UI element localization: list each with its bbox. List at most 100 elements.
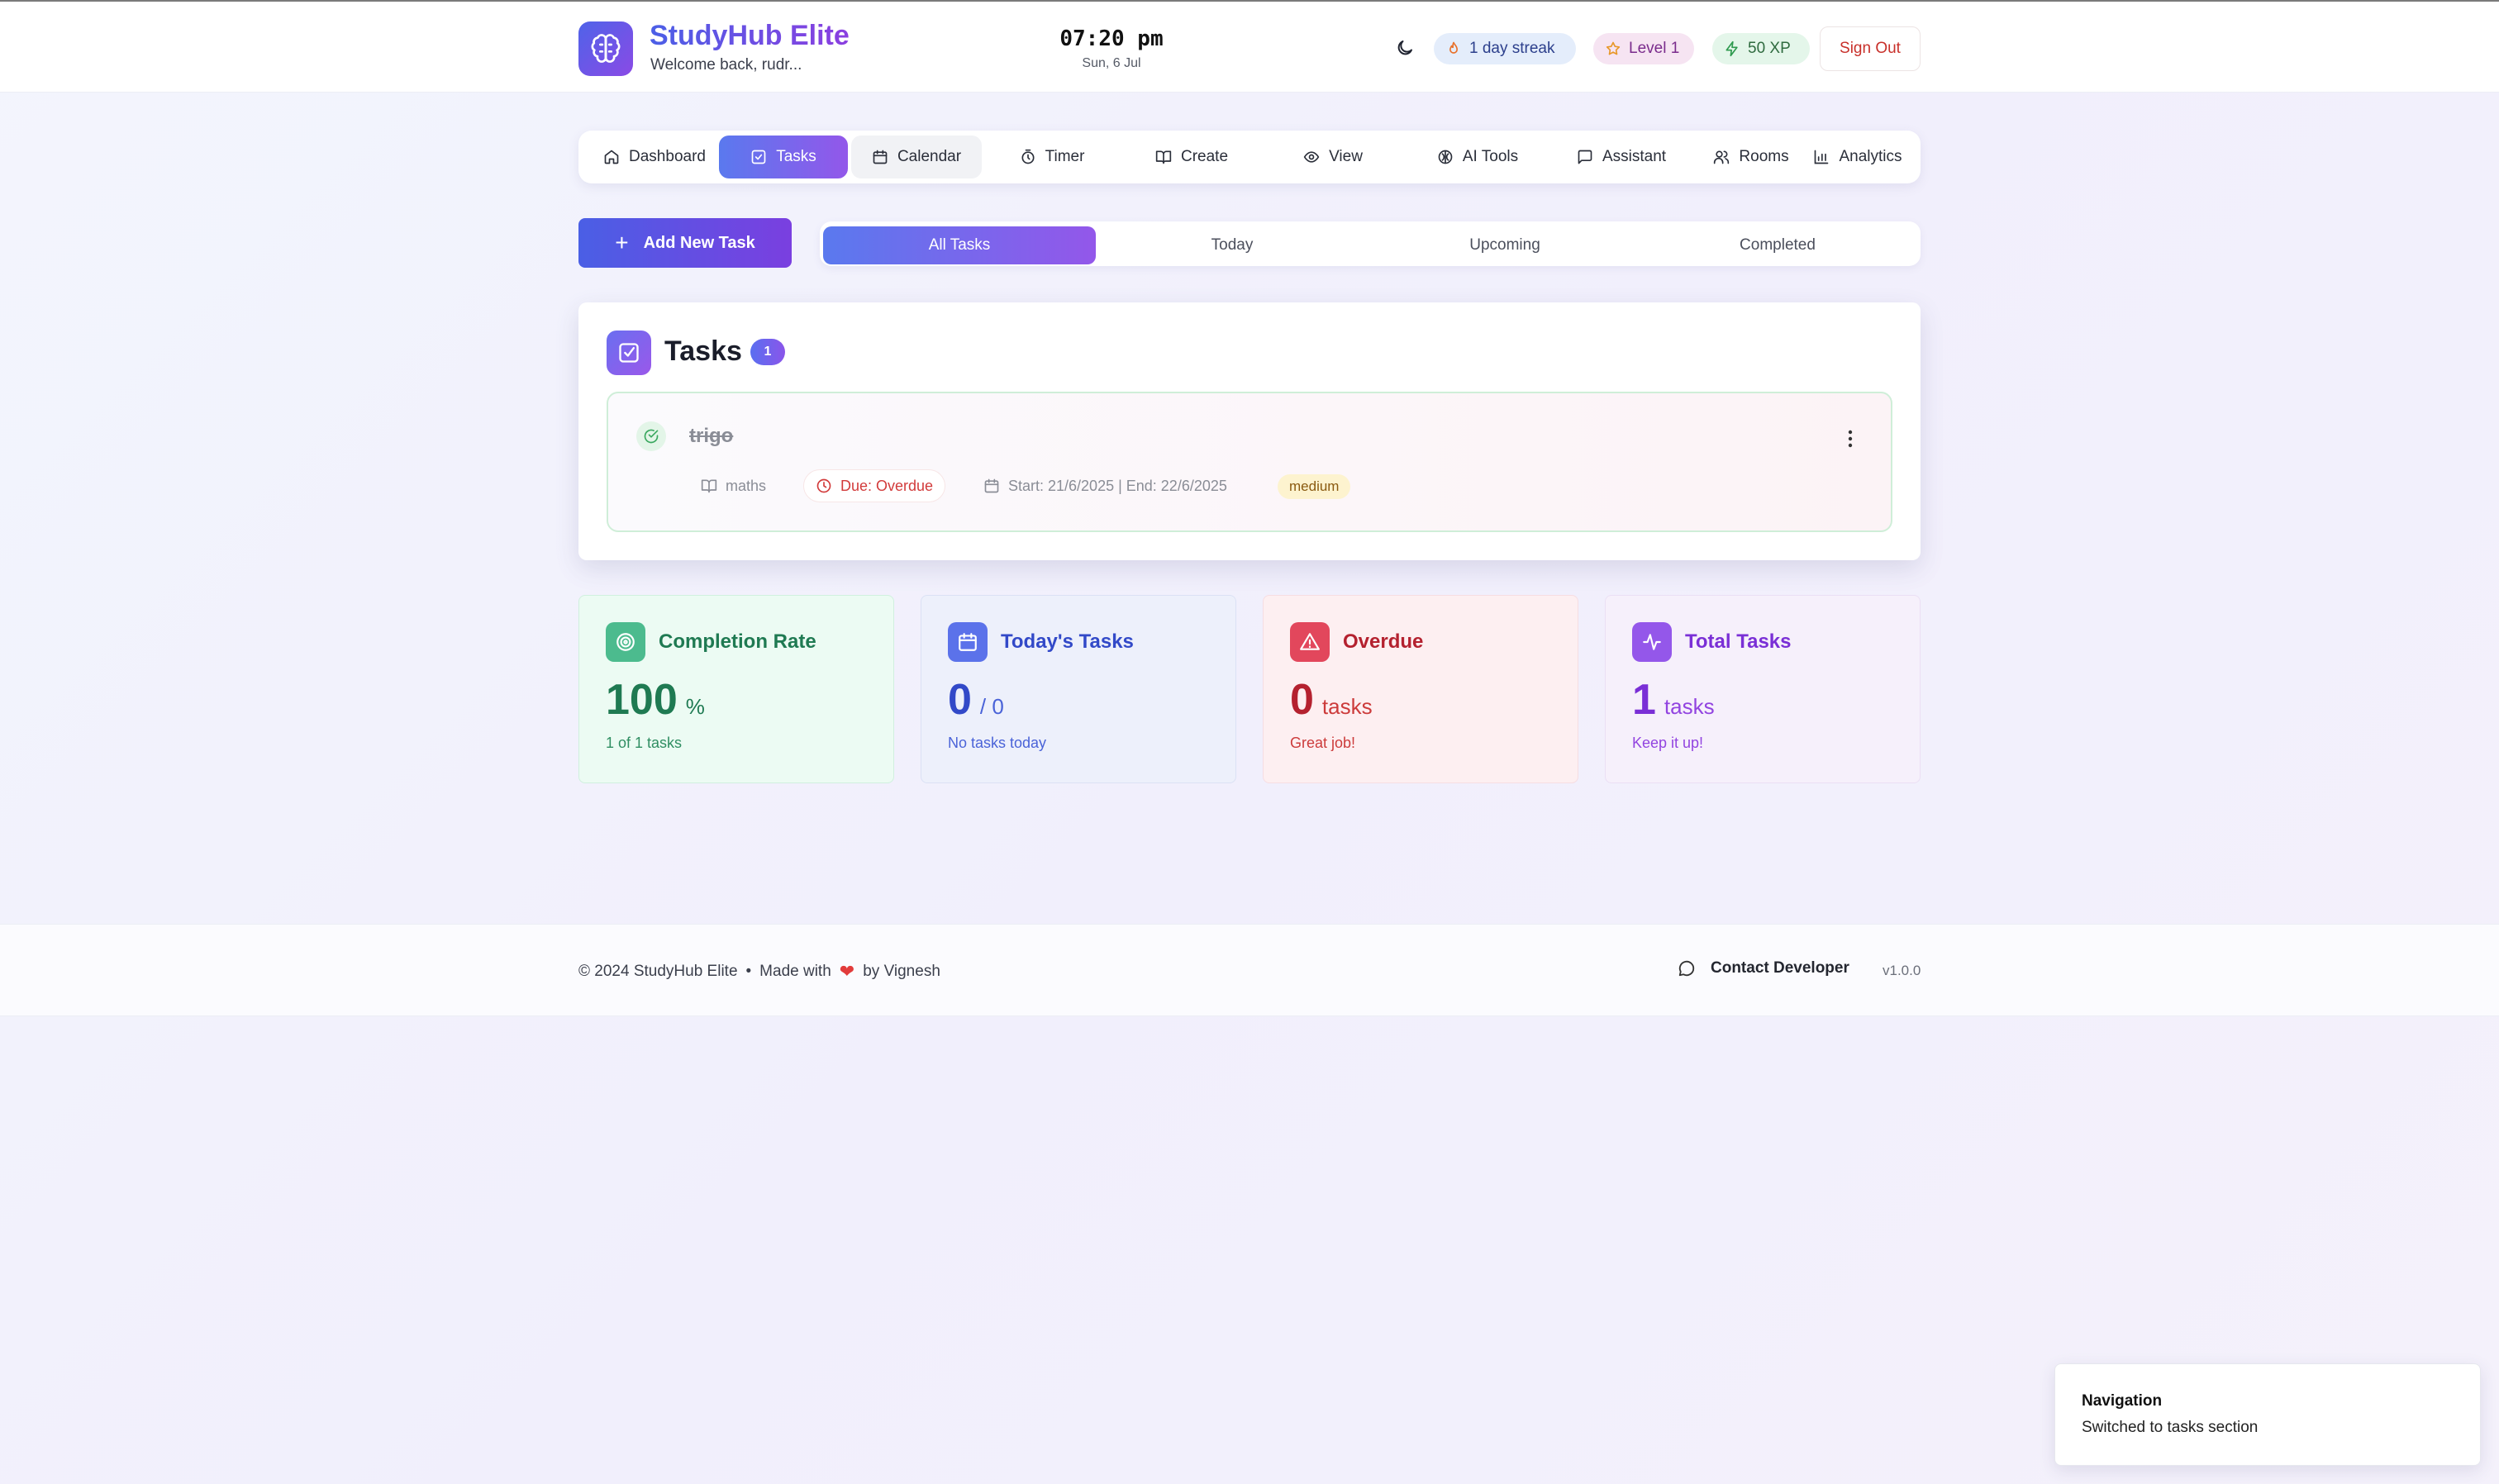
- nav-analytics[interactable]: Analytics: [1798, 136, 1917, 178]
- nav-dashboard-label: Dashboard: [629, 148, 706, 165]
- flame-icon: [1449, 41, 1458, 54]
- nav-assistant[interactable]: Assistant: [1545, 136, 1697, 178]
- task-dates-label: Start: 21/6/2025 | End: 22/6/2025: [1008, 477, 1227, 494]
- target-icon: [606, 622, 645, 662]
- stat-card-overdue: Overdue 0 tasks Great job!: [1263, 595, 1578, 783]
- checkbox-icon: [751, 150, 766, 164]
- more-options-icon[interactable]: [1838, 426, 1863, 451]
- eye-icon: [1303, 151, 1320, 163]
- bolt-icon: [1726, 40, 1738, 57]
- nav-timer-label: Timer: [1045, 148, 1085, 165]
- toast-notification[interactable]: Navigation Switched to tasks section: [2054, 1363, 2481, 1466]
- task-name: trigo: [689, 425, 734, 447]
- task-item[interactable]: trigo maths Due: Overdue Start: 21/6/202…: [607, 392, 1892, 532]
- stat-today-number: 0: [948, 676, 972, 724]
- stat-total-label: Total Tasks: [1685, 630, 1792, 653]
- stat-completion-value: 100%: [606, 675, 705, 725]
- clock-icon: [816, 478, 831, 493]
- stat-total-note: Keep it up!: [1632, 735, 1704, 751]
- nav-timer[interactable]: Timer: [990, 136, 1114, 178]
- clock-time: 07:20 pm: [1059, 26, 1164, 51]
- calendar-icon: [948, 622, 988, 662]
- stat-today-unit: / 0: [979, 694, 1004, 719]
- nav-rooms-label: Rooms: [1739, 148, 1789, 165]
- book-icon: [1155, 150, 1172, 164]
- stat-overdue-number: 0: [1290, 676, 1314, 724]
- stat-today-label: Today's Tasks: [1001, 630, 1134, 653]
- contact-developer-label: Contact Developer: [1711, 959, 1849, 977]
- star-icon: [1606, 41, 1621, 55]
- stat-total-number: 1: [1632, 676, 1656, 724]
- alert-triangle-icon: [1290, 622, 1330, 662]
- filter-tab-completed[interactable]: Completed: [1641, 226, 1914, 264]
- level-badge: Level 1: [1593, 33, 1694, 64]
- add-new-task-button[interactable]: + Add New Task: [578, 218, 792, 268]
- stat-completion-unit: %: [685, 694, 705, 719]
- tasks-count-badge: 1: [750, 339, 785, 365]
- nav-assistant-label: Assistant: [1602, 148, 1667, 165]
- message-circle-icon: [1678, 960, 1695, 977]
- task-checkbox-icon: [607, 331, 651, 375]
- sign-out-button[interactable]: Sign Out: [1820, 26, 1921, 71]
- footer-separator: •: [745, 963, 752, 980]
- calendar-icon: [984, 478, 999, 493]
- task-dates: Start: 21/6/2025 | End: 22/6/2025: [972, 469, 1239, 502]
- filter-tab-today[interactable]: Today: [1096, 226, 1368, 264]
- streak-label: 1 day streak: [1469, 40, 1555, 57]
- stat-overdue-unit: tasks: [1321, 694, 1373, 719]
- main-nav: Dashboard Tasks Calendar Timer Create Vi…: [578, 131, 1921, 183]
- footer-copyright: © 2024 StudyHub Elite: [578, 963, 738, 980]
- task-priority-badge: medium: [1278, 474, 1351, 499]
- stat-completion-label: Completion Rate: [659, 630, 816, 653]
- nav-calendar-label: Calendar: [897, 148, 962, 165]
- task-filter-tabs: All Tasks Today Upcoming Completed: [820, 221, 1921, 266]
- app-footer: © 2024 StudyHub Elite • Made with ❤ by V…: [0, 924, 2499, 1016]
- plus-icon: +: [615, 230, 629, 255]
- stat-today-note: No tasks today: [948, 735, 1047, 751]
- bar-chart-icon: [1815, 150, 1829, 164]
- xp-label: 50 XP: [1748, 40, 1791, 57]
- nav-ai-tools[interactable]: AI Tools: [1405, 136, 1550, 178]
- activity-icon: [1632, 622, 1672, 662]
- filter-tab-all[interactable]: All Tasks: [823, 226, 1096, 264]
- tasks-title: Tasks: [664, 335, 742, 367]
- nav-view-label: View: [1329, 148, 1363, 165]
- nav-dashboard[interactable]: Dashboard: [585, 136, 724, 178]
- task-subject-label: maths: [726, 477, 767, 494]
- stat-completion-note: 1 of 1 tasks: [606, 735, 683, 751]
- footer-credits: © 2024 StudyHub Elite • Made with ❤ by V…: [578, 961, 940, 982]
- check-circle-icon[interactable]: [636, 421, 666, 451]
- chat-icon: [1578, 150, 1592, 164]
- stat-completion-number: 100: [606, 676, 678, 724]
- stat-total-value: 1 tasks: [1632, 675, 1715, 725]
- home-icon: [604, 150, 619, 164]
- contact-developer-link[interactable]: Contact Developer: [1678, 959, 1849, 977]
- heart-icon: ❤: [839, 961, 855, 982]
- footer-made-with: Made with: [759, 963, 831, 980]
- stat-card-today: Today's Tasks 0 / 0 No tasks today: [921, 595, 1236, 783]
- app-version: v1.0.0: [1883, 963, 1921, 978]
- add-new-task-label: Add New Task: [643, 233, 755, 252]
- filter-tab-upcoming[interactable]: Upcoming: [1368, 226, 1641, 264]
- task-due-label: Due: Overdue: [840, 477, 934, 494]
- stat-overdue-note: Great job!: [1290, 735, 1356, 751]
- task-due-badge: Due: Overdue: [803, 469, 946, 502]
- nav-calendar[interactable]: Calendar: [851, 136, 982, 178]
- app-header: StudyHub Elite Welcome back, rudr... 07:…: [0, 0, 2499, 93]
- nav-tasks[interactable]: Tasks: [719, 136, 848, 178]
- level-label: Level 1: [1629, 40, 1680, 57]
- stat-overdue-value: 0 tasks: [1290, 675, 1373, 725]
- nav-create[interactable]: Create: [1124, 136, 1259, 178]
- nav-view[interactable]: View: [1271, 136, 1395, 178]
- task-subject: maths: [689, 469, 778, 502]
- stat-today-value: 0 / 0: [948, 675, 1004, 725]
- clock-date: Sun, 6 Jul: [1082, 56, 1141, 70]
- nav-create-label: Create: [1180, 148, 1229, 165]
- welcome-text: Welcome back, rudr...: [650, 56, 802, 74]
- tasks-card: Tasks 1 trigo maths Due: Overdue Start: …: [578, 302, 1921, 560]
- nav-ai-tools-label: AI Tools: [1462, 148, 1519, 165]
- moon-icon[interactable]: [1395, 38, 1415, 58]
- xp-badge: 50 XP: [1712, 33, 1810, 64]
- brain-logo-icon[interactable]: [578, 21, 633, 76]
- toast-message: Switched to tasks section: [2082, 1419, 2259, 1436]
